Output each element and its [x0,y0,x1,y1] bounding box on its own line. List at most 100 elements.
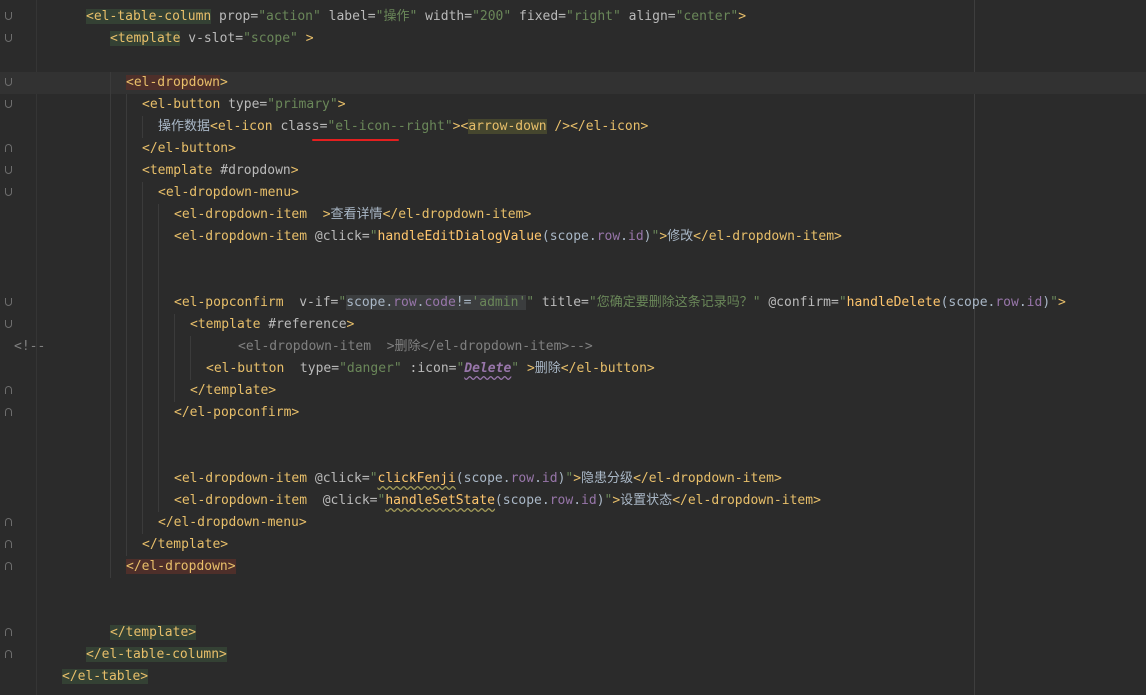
code-line[interactable]: </template> [0,534,1146,556]
fold-end-icon[interactable] [5,540,12,548]
indent-guide [126,94,127,116]
code-token: "el-icon--right" [327,119,453,134]
code-line[interactable]: <el-button type="primary"> [0,94,1146,116]
fold-end-icon[interactable] [5,144,12,152]
code-token: != [455,295,472,310]
code-token: #dropdown [212,163,291,178]
code-line[interactable]: </el-button> [0,138,1146,160]
code-line[interactable] [0,578,1146,600]
code-line[interactable] [0,248,1146,270]
code-token: > [659,229,668,244]
code-line[interactable]: <el-table-column prop="action" label="操作… [0,6,1146,28]
code-editor[interactable]: <el-table-column prop="action" label="操作… [0,0,1146,695]
code-line[interactable] [0,446,1146,468]
indent-guide [110,292,111,314]
code-line[interactable]: <template #dropdown> [0,160,1146,182]
code-token: </el-table-column> [86,647,227,662]
indent-guide [158,358,159,380]
code-token: > [219,75,228,90]
code-token: row [995,295,1019,310]
fold-start-icon[interactable] [5,12,12,20]
code-line[interactable]: <!-- <el-dropdown-item >删除</el-dropdown-i… [0,336,1146,358]
fold-start-icon[interactable] [5,100,12,108]
code-line[interactable]: <el-dropdown-item >查看详情</el-dropdown-ite… [0,204,1146,226]
code-text: </el-dropdown-menu> [158,512,307,534]
fold-start-icon[interactable] [5,188,12,196]
code-token: arrow-down [468,119,547,134]
code-line[interactable]: </el-table-column> [0,644,1146,666]
code-line[interactable]: <template v-slot="scope" > [0,28,1146,50]
fold-end-icon[interactable] [5,562,12,570]
fold-start-icon[interactable] [5,320,12,328]
code-text: <el-dropdown-item @click="handleEditDial… [174,226,842,248]
code-line[interactable] [0,270,1146,292]
code-line[interactable]: <el-dropdown-menu> [0,182,1146,204]
indent-guide [158,424,159,446]
code-line[interactable]: <el-dropdown> [0,72,1146,94]
indent-guide [110,424,111,446]
code-token: "200" [472,9,512,24]
indent-guide [174,358,175,380]
code-token: "action" [258,9,321,24]
code-line[interactable]: </el-popconfirm> [0,402,1146,424]
code-token: " [369,229,378,244]
code-line[interactable]: </el-dropdown-menu> [0,512,1146,534]
indent-guide [126,336,127,358]
code-text: </el-table-column> [86,644,227,666]
indent-guide [110,358,111,380]
fold-start-icon[interactable] [5,34,12,42]
code-token: > [290,163,299,178]
code-line[interactable]: <el-button type="danger" :icon="Delete" … [0,358,1146,380]
code-line[interactable]: </el-dropdown> [0,556,1146,578]
code-line[interactable]: 操作数据<el-icon class="el-icon--right"><arr… [0,116,1146,138]
code-token: <el-dropdown-item [174,471,308,486]
code-line[interactable]: <template #reference> [0,314,1146,336]
code-line[interactable]: <el-dropdown-item @click="clickFenji(sco… [0,468,1146,490]
indent-guide [110,138,111,160]
code-token: > [612,493,621,508]
indent-guide [110,94,111,116]
fold-end-icon[interactable] [5,386,12,394]
indent-guide [126,314,127,336]
fold-end-icon[interactable] [5,628,12,636]
fold-end-icon[interactable] [5,408,12,416]
code-token: " [838,295,847,310]
indent-guide [158,226,159,248]
code-token: 查看详情 [330,207,383,222]
indent-guide [126,116,127,138]
code-token: "center" [675,9,739,24]
indent-guide [142,116,143,138]
indent-guide [126,270,127,292]
indent-guide [142,182,143,204]
code-token: ) [596,493,605,508]
code-line[interactable]: </template> [0,380,1146,402]
code-token: clickFenji [377,471,456,486]
code-text: <el-popconfirm v-if="scope.row.code!='ad… [174,292,1066,314]
code-text: <template v-slot="scope" > [110,28,314,50]
code-token: v-if= [283,295,339,310]
fold-end-icon[interactable] [5,650,12,658]
code-token: " [526,295,535,310]
code-line[interactable] [0,50,1146,72]
code-line[interactable] [0,424,1146,446]
indent-guide [142,468,143,490]
code-text: </template> [110,622,197,644]
code-area[interactable]: <el-table-column prop="action" label="操作… [0,6,1146,688]
code-line[interactable] [0,600,1146,622]
code-line[interactable]: <el-dropdown-item @click="handleEditDial… [0,226,1146,248]
code-line[interactable]: </el-table> [0,666,1146,688]
code-token: 删除 [534,361,561,376]
code-line[interactable]: <el-popconfirm v-if="scope.row.code!='ad… [0,292,1146,314]
code-text: </template> [190,380,276,402]
indent-guide [126,424,127,446]
fold-start-icon[interactable] [5,298,12,306]
code-line[interactable]: <el-dropdown-item @click="handleSetState… [0,490,1146,512]
code-text: <el-dropdown-item @click="handleSetState… [174,490,821,512]
code-token: /></el-icon> [546,119,649,134]
code-line[interactable]: </template> [0,622,1146,644]
fold-end-icon[interactable] [5,518,12,526]
code-token: <el-dropdown-menu> [158,185,299,200]
fold-start-icon[interactable] [5,166,12,174]
fold-start-icon[interactable] [5,78,12,86]
code-token: id [1026,295,1043,310]
